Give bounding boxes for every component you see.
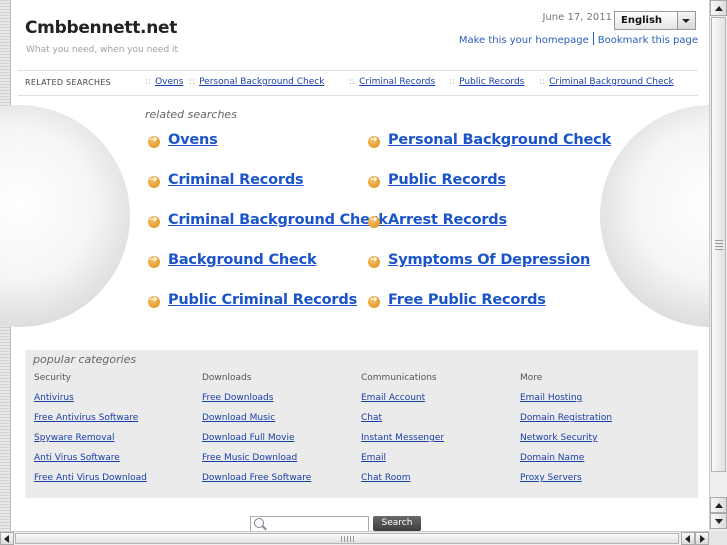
search-icon <box>254 518 264 528</box>
related-bar-item: :: Criminal Background Check <box>539 77 674 87</box>
category-link[interactable]: Proxy Servers <box>520 473 582 483</box>
language-select[interactable]: English <box>614 11 696 30</box>
decorative-globe-left <box>0 105 130 327</box>
category-link[interactable]: Free Anti Virus Download <box>34 473 147 483</box>
horizontal-scroll-thumb[interactable] <box>15 533 679 544</box>
related-bar-link-criminal-background-check[interactable]: Criminal Background Check <box>549 77 674 87</box>
bookmark-link[interactable]: Bookmark this page <box>598 35 698 46</box>
scrollbar-corner <box>709 531 727 545</box>
popular-categories-title: popular categories <box>33 353 137 366</box>
popular-categories-panel: popular categories Security Antivirus Fr… <box>25 350 698 498</box>
category-link[interactable]: Download Free Software <box>202 473 311 483</box>
related-search-text[interactable]: Arrest Records <box>388 212 507 228</box>
chevron-down-icon[interactable] <box>677 12 695 29</box>
related-searches-bar: RELATED SEARCHES :: Ovens :: Personal Back… <box>18 70 698 96</box>
arrow-bullet-icon <box>368 255 380 268</box>
category-link[interactable]: Email Account <box>361 393 425 403</box>
scroll-left-icon[interactable] <box>0 532 14 545</box>
category-link[interactable]: Download Music <box>202 413 275 423</box>
category-heading-more: More <box>520 373 543 383</box>
arrow-bullet-icon <box>148 295 160 308</box>
related-bar-link-public-records[interactable]: Public Records <box>459 77 524 87</box>
site-title[interactable]: Cmbbennett.net <box>25 18 177 38</box>
link-divider <box>592 32 594 45</box>
vertical-scroll-thumb[interactable] <box>711 17 726 472</box>
scroll-right-icon[interactable] <box>695 532 709 545</box>
category-link[interactable]: Network Security <box>520 433 597 443</box>
related-bar-link-criminal-records[interactable]: Criminal Records <box>359 77 435 87</box>
related-bar-item: :: Public Records <box>449 77 524 87</box>
category-link[interactable]: Free Antivirus Software <box>34 413 138 423</box>
separator: :: <box>349 77 356 87</box>
category-link[interactable]: Domain Name <box>520 453 584 463</box>
related-search-text[interactable]: Public Criminal Records <box>168 292 357 308</box>
grip-icon <box>341 536 355 542</box>
horizontal-scrollbar[interactable] <box>0 531 727 545</box>
current-date: June 17, 2011 <box>542 12 613 23</box>
scroll-left-icon[interactable] <box>681 532 695 545</box>
category-link[interactable]: Antivirus <box>34 393 74 403</box>
arrow-bullet-icon <box>148 255 160 268</box>
related-search-text[interactable]: Public Records <box>388 172 506 188</box>
grip-icon <box>715 240 723 252</box>
related-bar-link-personal-background-check[interactable]: Personal Background Check <box>199 77 324 87</box>
arrow-bullet-icon <box>368 175 380 188</box>
separator: :: <box>539 77 546 87</box>
category-link[interactable]: Domain Registration <box>520 413 612 423</box>
language-select-value: English <box>621 15 663 26</box>
related-search-text[interactable]: Background Check <box>168 252 317 268</box>
arrow-bullet-icon <box>148 135 160 148</box>
category-link[interactable]: Anti Virus Software <box>34 453 120 463</box>
category-link[interactable]: Email Hosting <box>520 393 582 403</box>
related-search-text[interactable]: Criminal Records <box>168 172 304 188</box>
related-searches-title: related searches <box>145 108 237 121</box>
related-search-text[interactable]: Ovens <box>168 132 218 148</box>
arrow-bullet-icon <box>148 175 160 188</box>
decorative-globe-right <box>600 105 709 327</box>
related-bar-item: :: Criminal Records <box>349 77 435 87</box>
related-search-text[interactable]: Symptoms Of Depression <box>388 252 590 268</box>
scroll-up-icon[interactable] <box>710 0 727 16</box>
arrow-bullet-icon <box>368 135 380 148</box>
related-search-text[interactable]: Free Public Records <box>388 292 546 308</box>
category-link[interactable]: Chat <box>361 413 382 423</box>
separator: :: <box>449 77 456 87</box>
site-tagline: What you need, when you need it <box>26 45 179 55</box>
related-bar-link-ovens[interactable]: Ovens <box>155 77 183 87</box>
search-button[interactable]: Search <box>373 516 421 531</box>
related-bar-label: RELATED SEARCHES <box>25 78 112 87</box>
related-bar-item: :: Ovens <box>145 77 183 87</box>
category-link[interactable]: Download Full Movie <box>202 433 294 443</box>
category-heading-downloads: Downloads <box>202 373 252 383</box>
category-link[interactable]: Free Music Download <box>202 453 297 463</box>
arrow-bullet-icon <box>368 295 380 308</box>
top-links: Make this your homepage Bookmark this pag… <box>459 32 698 46</box>
category-link[interactable]: Spyware Removal <box>34 433 115 443</box>
category-heading-security: Security <box>34 373 71 383</box>
related-search-text[interactable]: Personal Background Check <box>388 132 611 148</box>
make-homepage-link[interactable]: Make this your homepage <box>459 35 589 46</box>
scroll-down-icon[interactable] <box>710 513 727 529</box>
page: Cmbbennett.net What you need, when you n… <box>0 0 709 531</box>
vertical-scrollbar[interactable] <box>709 0 727 531</box>
separator: :: <box>145 77 152 87</box>
search-input[interactable] <box>250 516 369 531</box>
arrow-bullet-icon <box>368 215 380 228</box>
category-link[interactable]: Chat Room <box>361 473 411 483</box>
category-link[interactable]: Email <box>361 453 386 463</box>
category-link[interactable]: Instant Messenger <box>361 433 444 443</box>
category-heading-communications: Communications <box>361 373 437 383</box>
arrow-bullet-icon <box>148 215 160 228</box>
separator: :: <box>189 77 196 87</box>
category-link[interactable]: Free Downloads <box>202 393 273 403</box>
related-search-text[interactable]: Criminal Background Check <box>168 212 388 228</box>
scroll-up-icon[interactable] <box>710 497 727 513</box>
related-bar-item: :: Personal Background Check <box>189 77 324 87</box>
